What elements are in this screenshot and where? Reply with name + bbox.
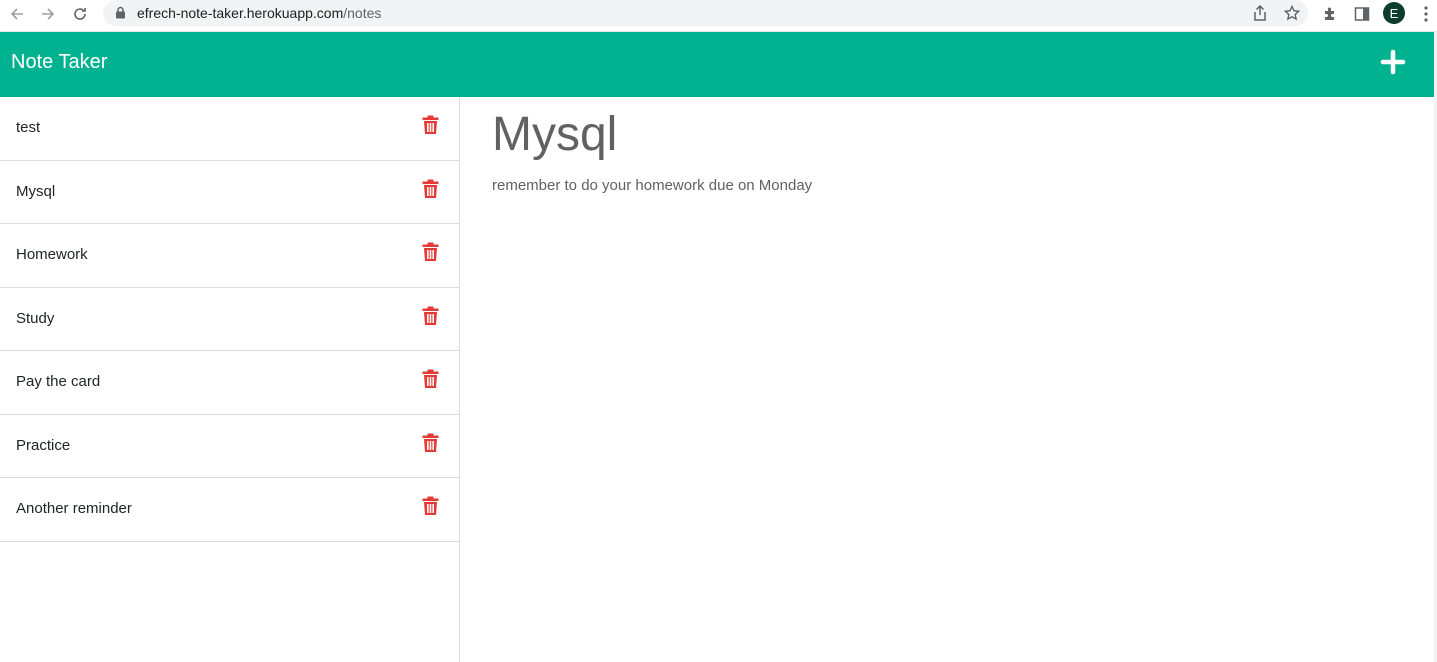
browser-toolbar: efrech-note-taker.herokuapp.com/notes E: [0, 0, 1437, 32]
trash-icon[interactable]: [422, 306, 439, 326]
note-editor: Mysql remember to do your homework due o…: [460, 97, 1434, 662]
back-arrow-icon[interactable]: [3, 0, 31, 28]
app-header: Note Taker: [0, 32, 1434, 97]
app-title[interactable]: Note Taker: [11, 51, 107, 74]
kebab-menu-icon[interactable]: [1416, 4, 1436, 24]
list-item[interactable]: test: [0, 97, 459, 161]
reload-icon[interactable]: [66, 0, 94, 28]
note-list: test Mysql Homework Study Pay the card Practi…: [0, 97, 460, 662]
note-title[interactable]: Mysql: [492, 107, 617, 162]
note-list-title: Mysql: [16, 182, 56, 200]
address-bar[interactable]: efrech-note-taker.herokuapp.com/notes: [103, 0, 1308, 26]
share-icon[interactable]: [1251, 4, 1269, 22]
trash-icon[interactable]: [422, 496, 439, 516]
list-item[interactable]: Pay the card: [0, 351, 459, 415]
side-panel-icon[interactable]: [1352, 4, 1372, 24]
url-path: /notes: [343, 5, 382, 21]
trash-icon[interactable]: [422, 115, 439, 135]
trash-icon[interactable]: [422, 433, 439, 453]
trash-icon[interactable]: [422, 179, 439, 199]
forward-arrow-icon[interactable]: [34, 0, 62, 28]
note-text[interactable]: remember to do your homework due on Mond…: [492, 177, 812, 194]
url-domain: efrech-note-taker.herokuapp.com: [137, 5, 344, 21]
note-list-title: Study: [16, 309, 55, 327]
plus-icon[interactable]: [1380, 49, 1406, 75]
note-list-title: Pay the card: [16, 373, 101, 390]
list-item[interactable]: Another reminder: [0, 478, 459, 542]
note-list-title: Practice: [16, 436, 71, 454]
url-text: efrech-note-taker.herokuapp.com/notes: [137, 5, 381, 21]
star-icon[interactable]: [1283, 4, 1301, 22]
trash-icon[interactable]: [422, 369, 439, 389]
trash-icon[interactable]: [422, 242, 439, 262]
note-list-title: Homework: [16, 246, 88, 263]
lock-icon: [115, 6, 126, 24]
profile-avatar[interactable]: E: [1383, 2, 1405, 24]
note-list-title: test: [16, 119, 41, 136]
list-item[interactable]: Practice: [0, 415, 459, 478]
list-item[interactable]: Mysql: [0, 161, 459, 224]
puzzle-icon[interactable]: [1320, 4, 1340, 24]
note-list-title: Another reminder: [16, 500, 132, 517]
list-item[interactable]: Homework: [0, 224, 459, 288]
list-item[interactable]: Study: [0, 288, 459, 351]
